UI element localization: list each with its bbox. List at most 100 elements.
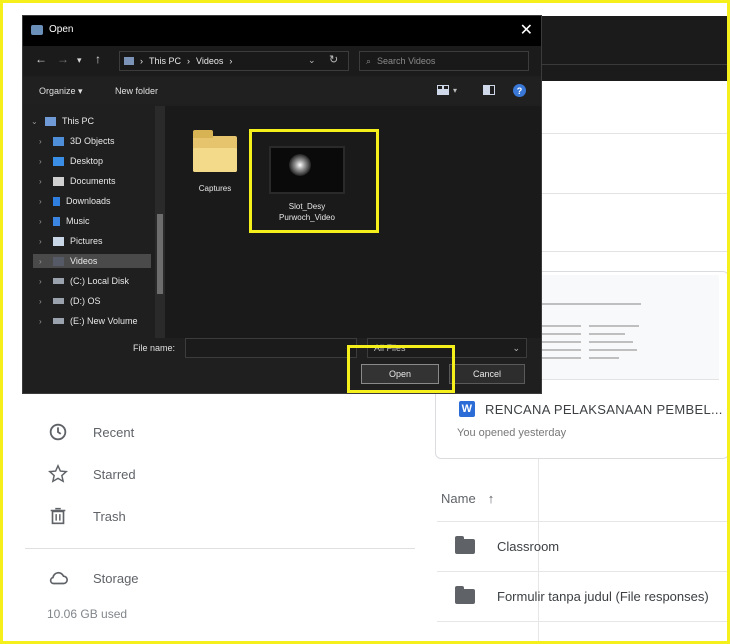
nav-storage[interactable]: Storage: [47, 567, 139, 589]
cancel-button[interactable]: Cancel: [449, 364, 525, 384]
music-icon: [53, 216, 60, 226]
chevron-down-icon: ⌄: [512, 342, 520, 353]
tree-item-videos[interactable]: › Videos: [33, 254, 151, 268]
tree-item-this-pc[interactable]: ⌄ This PC: [31, 116, 94, 126]
divider: [437, 621, 727, 622]
dialog-title: Open: [49, 24, 74, 35]
tree-item-label: Videos: [70, 256, 98, 266]
documents-icon: [53, 176, 64, 186]
folder-icon: [193, 130, 237, 172]
desktop-icon: [53, 156, 64, 166]
view-options-icon[interactable]: [437, 85, 449, 95]
chevron-right-icon: ›: [39, 156, 42, 166]
tree-item-label: Pictures: [70, 236, 103, 246]
drive-icon: [53, 318, 64, 324]
divider: [437, 571, 727, 572]
divider: [25, 548, 415, 549]
dialog-footer: File name: All Files ⌄ Open Cancel: [23, 338, 541, 393]
recent-locations-icon[interactable]: ▾: [77, 55, 82, 66]
refresh-icon[interactable]: ↻: [329, 53, 338, 66]
file-item-captures[interactable]: Captures: [185, 130, 245, 193]
storage-used: 10.06 GB used: [47, 607, 128, 621]
nav-recent[interactable]: Recent: [47, 421, 134, 443]
tree-item-new-volume[interactable]: › (E:) New Volume: [39, 316, 138, 326]
star-icon: [48, 463, 68, 483]
column-name-label: Name: [441, 491, 476, 506]
folder-3d-icon: [53, 136, 64, 146]
chevron-right-icon: ›: [39, 296, 42, 306]
chevron-right-icon: ›: [39, 236, 42, 246]
tree-item-local-disk[interactable]: › (C:) Local Disk: [39, 276, 129, 286]
cloud-icon: [49, 571, 68, 585]
organize-button[interactable]: Organize ▾: [39, 86, 83, 97]
videos-icon: [53, 256, 64, 266]
tree-item-pictures[interactable]: › Pictures: [39, 236, 103, 246]
nav-trash-label: Trash: [93, 508, 126, 524]
tree-item-label: (C:) Local Disk: [70, 276, 130, 286]
list-item-label: Classroom: [497, 539, 560, 554]
list-item-label: Formulir tanpa judul (File responses): [497, 589, 709, 604]
document-title[interactable]: W RENCANA PELAKSANAAN PEMBEL...: [459, 401, 723, 417]
chevron-right-icon: ›: [39, 196, 42, 206]
sort-by-name[interactable]: Name ↑: [441, 491, 494, 506]
highlight-box: [249, 129, 379, 233]
document-title-text: RENCANA PELAKSANAAN PEMBEL...: [485, 401, 723, 417]
chevron-right-icon: ›: [39, 276, 42, 286]
nav-storage-label: Storage: [93, 570, 139, 586]
tree-item-documents[interactable]: › Documents: [39, 176, 116, 186]
chevron-down-icon: ⌄: [31, 116, 38, 126]
tree-item-os[interactable]: › (D:) OS: [39, 296, 101, 306]
tree-item-label: This PC: [62, 116, 95, 126]
new-folder-button[interactable]: New folder: [115, 86, 158, 96]
tree-item-3d-objects[interactable]: › 3D Objects: [39, 136, 115, 146]
close-icon[interactable]: ✕: [520, 20, 533, 40]
breadcrumb-separator-icon: ›: [140, 56, 143, 66]
chevron-right-icon: ›: [39, 256, 42, 266]
view-dropdown-icon[interactable]: ▾: [453, 86, 457, 95]
tree-item-label: (E:) New Volume: [70, 316, 138, 326]
pc-icon: [45, 116, 56, 126]
navigation-scrollbar[interactable]: [155, 106, 165, 338]
tree-item-label: Downloads: [66, 196, 111, 206]
divider: [437, 521, 727, 522]
trash-icon: [50, 507, 66, 525]
pictures-icon: [53, 236, 64, 246]
breadcrumb-separator-icon: ›: [187, 56, 191, 66]
app-icon: [31, 25, 43, 35]
breadcrumb-videos[interactable]: Videos: [196, 56, 223, 66]
list-item[interactable]: Classroom: [455, 536, 560, 554]
search-input[interactable]: ⌕ Search Videos: [359, 51, 529, 71]
tree-item-label: 3D Objects: [70, 136, 115, 146]
breadcrumb-this-pc[interactable]: This PC: [149, 56, 181, 66]
downloads-icon: [53, 196, 60, 206]
list-item[interactable]: Formulir tanpa judul (File responses): [455, 586, 709, 604]
tree-item-label: Desktop: [70, 156, 104, 166]
dialog-titlebar[interactable]: Open ✕: [23, 16, 541, 46]
tree-item-label: Documents: [70, 176, 116, 186]
forward-arrow-icon[interactable]: →: [57, 52, 69, 66]
nav-starred-label: Starred: [93, 466, 136, 482]
word-icon: W: [459, 401, 475, 417]
chevron-right-icon: ›: [39, 136, 42, 146]
tree-item-label: (D:) OS: [70, 296, 101, 306]
cancel-button-label: Cancel: [472, 369, 501, 379]
tree-item-desktop[interactable]: › Desktop: [39, 156, 103, 166]
address-row: ← → ▾ ↑ › This PC › Videos › ⌄ ↻ ⌕ Searc…: [23, 46, 541, 76]
chevron-right-icon: ›: [39, 176, 42, 186]
document-thumbnail[interactable]: [535, 275, 719, 380]
back-arrow-icon[interactable]: ←: [35, 52, 47, 66]
file-item-label: Captures: [198, 184, 232, 193]
preview-pane-icon[interactable]: [483, 85, 495, 95]
navigation-pane: ⌄ This PC › 3D Objects › Desktop › Docum…: [23, 106, 155, 338]
nav-trash[interactable]: Trash: [47, 505, 126, 527]
file-name-input[interactable]: [185, 338, 357, 358]
help-icon[interactable]: ?: [513, 84, 526, 97]
breadcrumb-separator-icon: ›: [229, 56, 233, 66]
command-bar: Organize ▾ New folder ▾ ?: [23, 78, 541, 104]
tree-item-downloads[interactable]: › Downloads: [39, 196, 111, 206]
tree-item-music[interactable]: › Music: [39, 216, 90, 226]
nav-starred[interactable]: Starred: [47, 463, 136, 485]
address-dropdown-icon[interactable]: ⌄: [308, 55, 316, 66]
up-arrow-icon[interactable]: ↑: [95, 52, 101, 66]
scrollbar-thumb[interactable]: [157, 214, 163, 294]
